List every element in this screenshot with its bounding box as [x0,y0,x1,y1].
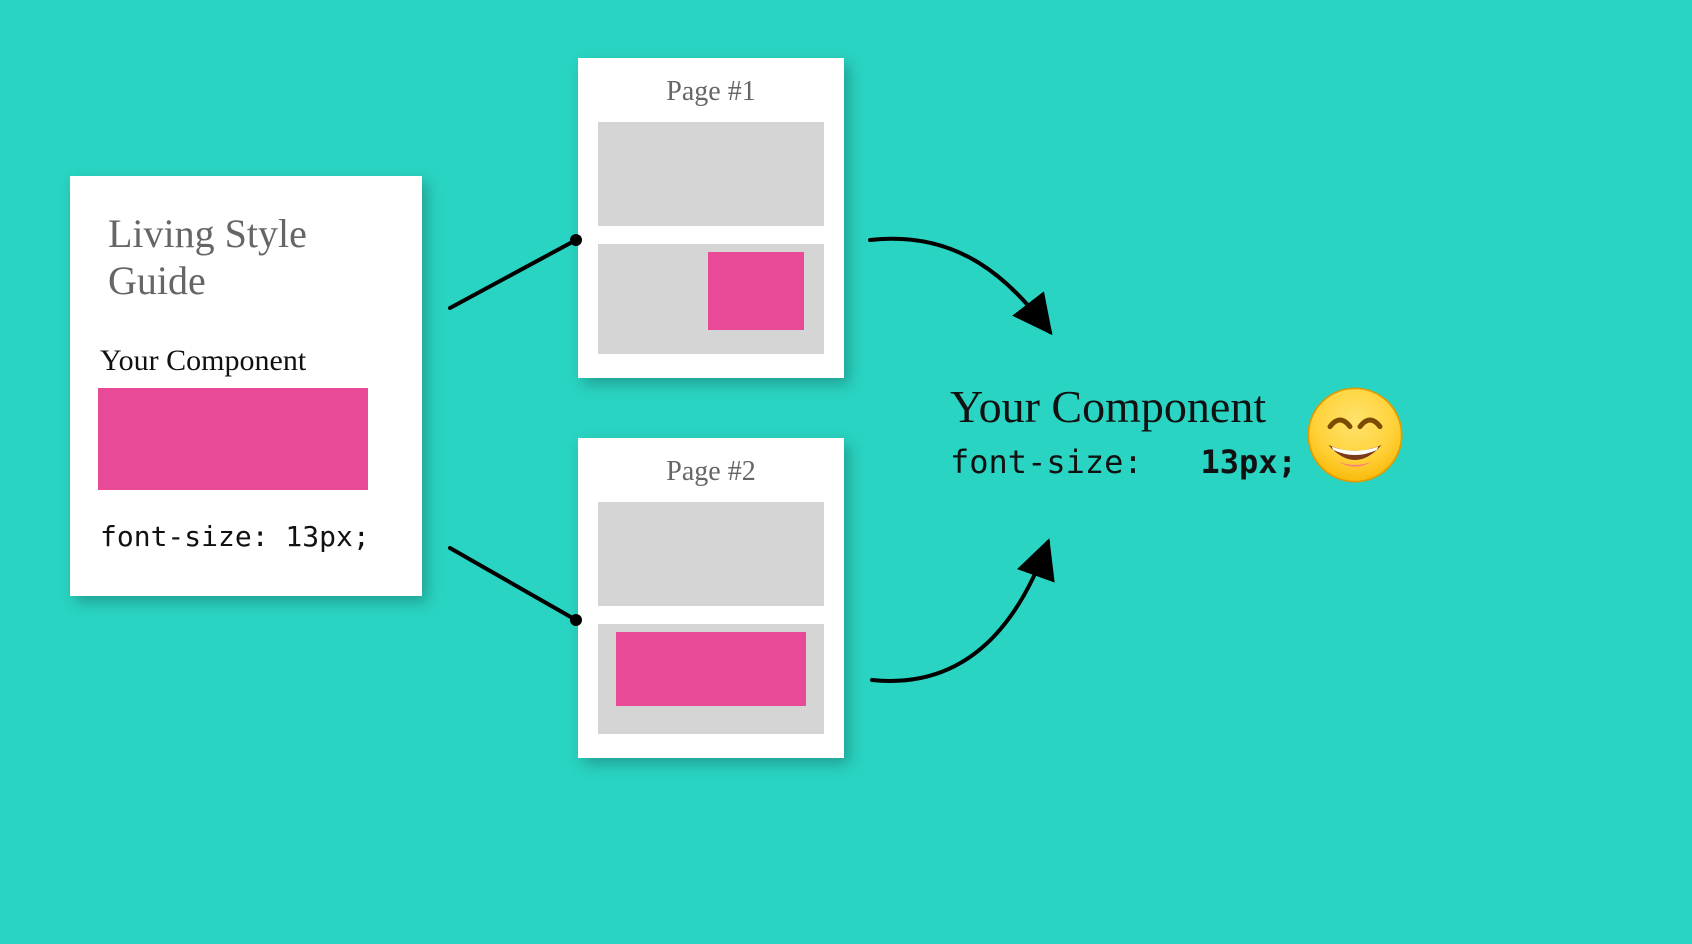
placeholder-block [598,244,824,354]
component-instance [616,632,806,706]
component-swatch [98,388,368,490]
style-guide-title: Living Style Guide [108,210,394,304]
placeholder-block [598,624,824,734]
style-guide-css: font-size: 13px; [100,520,394,553]
page-card-2: Page #2 [578,438,844,758]
page-title: Page #1 [598,76,824,108]
placeholder-block [598,502,824,606]
component-label: Your Component [100,344,394,378]
component-instance [708,252,804,330]
grinning-face-emoji-icon [1305,385,1405,485]
result-css-value: 13px; [1200,443,1296,481]
page-card-1: Page #1 [578,58,844,378]
style-guide-card: Living Style Guide Your Component font-s… [70,176,422,596]
page-title: Page #2 [598,456,824,488]
placeholder-block [598,122,824,226]
result-css-prop: font-size: [950,443,1143,481]
